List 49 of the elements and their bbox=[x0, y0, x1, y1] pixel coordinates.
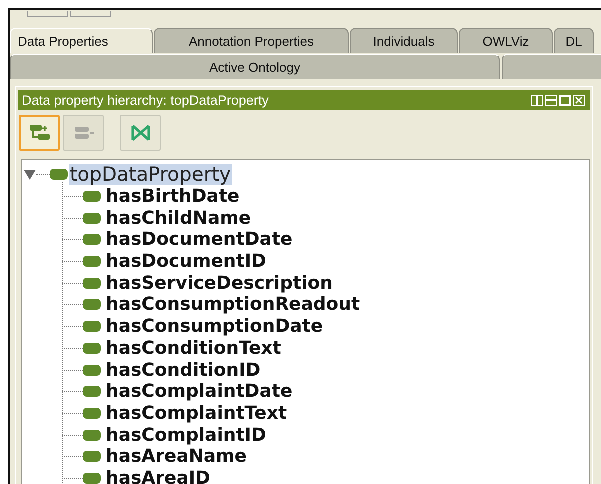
property-icon bbox=[83, 408, 101, 419]
tab[interactable]: Annotation Properties bbox=[154, 28, 349, 53]
add-subproperty-icon bbox=[28, 123, 50, 143]
tree-item[interactable]: hasConsumptionReadout bbox=[105, 294, 362, 316]
expand-toggle-icon[interactable] bbox=[24, 170, 36, 180]
split-vertical-icon[interactable] bbox=[531, 94, 543, 106]
property-icon bbox=[83, 256, 101, 268]
delete-icon bbox=[130, 123, 152, 143]
property-icon bbox=[50, 169, 68, 180]
property-icon bbox=[83, 234, 101, 246]
split-horizontal-icon[interactable] bbox=[545, 94, 557, 106]
tab[interactable]: Active Ontology bbox=[10, 54, 500, 79]
tree-item[interactable]: hasBirthDate bbox=[105, 186, 241, 208]
tree-item[interactable]: hasComplaintText bbox=[105, 402, 288, 424]
tree-item[interactable]: hasDocumentID bbox=[105, 251, 268, 272]
tree-item[interactable]: hasServiceDescription bbox=[105, 272, 334, 294]
tree-item[interactable]: topDataProperty bbox=[69, 164, 232, 186]
property-icon bbox=[83, 191, 101, 202]
property-icon bbox=[83, 386, 101, 398]
maximize-icon[interactable] bbox=[559, 94, 571, 106]
property-icon bbox=[83, 278, 101, 289]
tree-item[interactable]: hasComplaintDate bbox=[105, 381, 294, 402]
property-icon bbox=[83, 451, 101, 462]
blank-tab[interactable] bbox=[70, 11, 111, 17]
add-subproperty-button[interactable] bbox=[19, 115, 60, 151]
property-icon bbox=[83, 430, 101, 441]
property-icon bbox=[83, 472, 101, 484]
view-title: Data property hierarchy: topDataProperty bbox=[22, 92, 270, 108]
tab[interactable]: Individuals bbox=[350, 28, 458, 53]
tree-item[interactable]: hasAreaName bbox=[105, 446, 248, 468]
tree-item[interactable]: hasConsumptionDate bbox=[105, 316, 324, 338]
property-icon bbox=[83, 299, 101, 310]
property-icon bbox=[83, 212, 101, 224]
tab[interactable]: OWLViz bbox=[459, 28, 553, 53]
delete-button[interactable] bbox=[120, 115, 161, 151]
tab[interactable]: DL bbox=[554, 28, 594, 53]
property-icon bbox=[83, 342, 101, 354]
tab[interactable] bbox=[502, 54, 601, 79]
blank-tab[interactable] bbox=[27, 11, 68, 17]
tree-item[interactable]: hasAreaID bbox=[105, 468, 212, 484]
tree-item[interactable]: hasConditionText bbox=[105, 338, 282, 359]
tree-item[interactable]: hasComplaintID bbox=[105, 424, 268, 446]
tree-item[interactable]: hasDocumentDate bbox=[105, 229, 294, 250]
tree-item[interactable]: hasChildName bbox=[105, 208, 252, 229]
tree-item[interactable]: hasConditionID bbox=[105, 360, 262, 381]
property-icon bbox=[83, 364, 101, 376]
close-icon[interactable] bbox=[573, 94, 585, 106]
tab[interactable]: Data Properties bbox=[10, 28, 153, 53]
property-icon bbox=[83, 321, 101, 332]
